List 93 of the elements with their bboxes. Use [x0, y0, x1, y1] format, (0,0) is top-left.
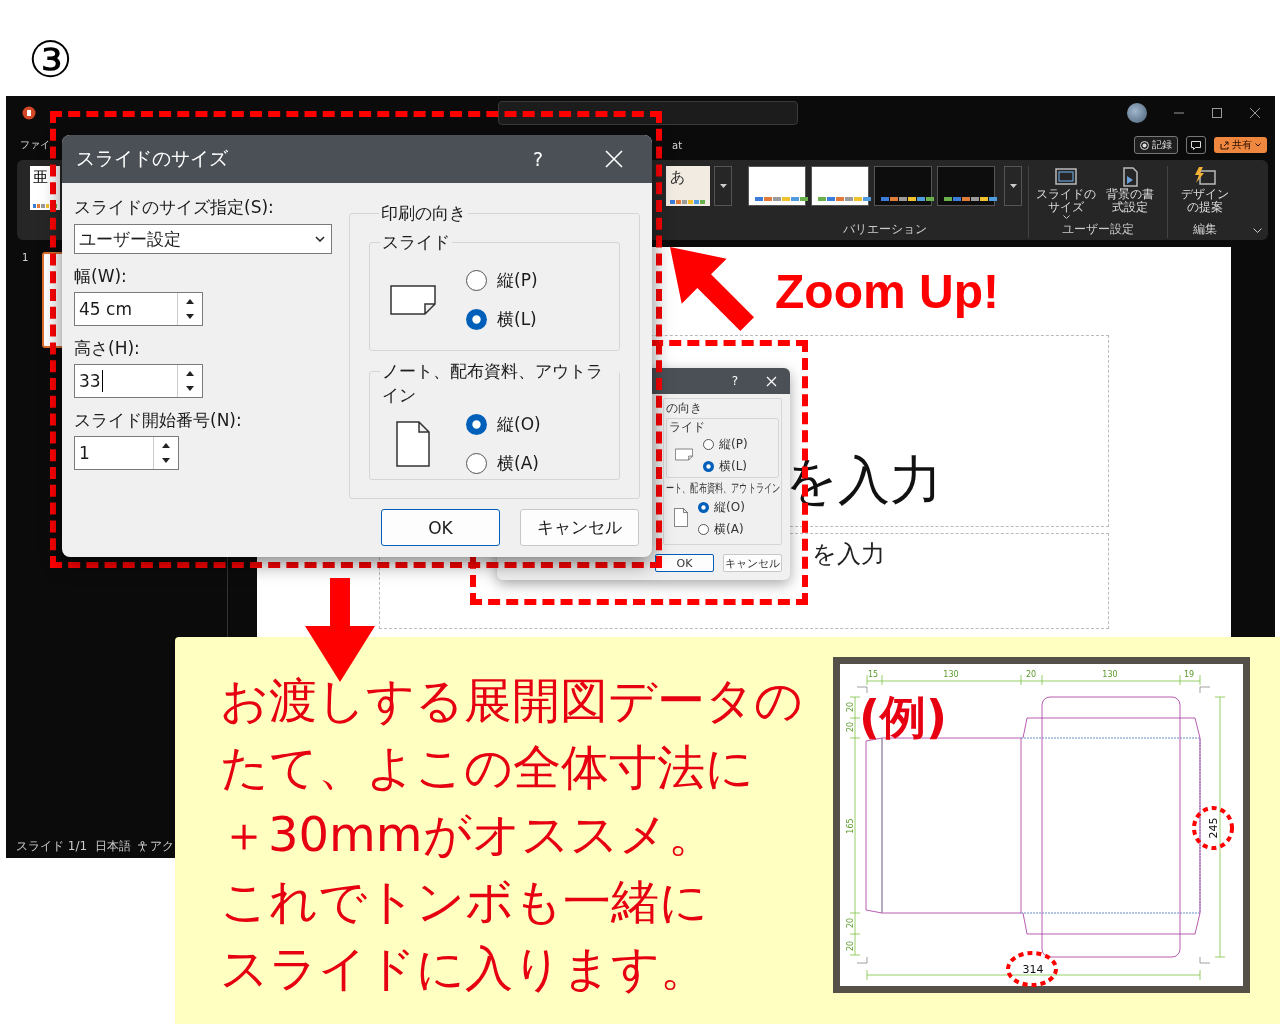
option-label[interactable]: 横(A) [497, 452, 539, 475]
field-label: スライド開始番号(N): [74, 409, 242, 432]
arrow-icon [670, 247, 754, 331]
avatar[interactable] [1127, 103, 1147, 123]
option-label[interactable]: 横(L) [497, 308, 537, 331]
caret-icon [1009, 183, 1017, 189]
record-button[interactable]: 記録 [1134, 136, 1178, 154]
radio-button[interactable] [466, 270, 487, 291]
share-button[interactable]: 共有 [1214, 137, 1267, 153]
share-icon [1220, 140, 1229, 150]
option-label[interactable]: 縦(O) [497, 413, 541, 436]
group-label: ート、配布資料、アウトライン [666, 482, 782, 495]
app-icon[interactable] [22, 106, 36, 120]
option-label[interactable]: 縦(P) [497, 269, 538, 292]
size-dropdown[interactable]: ユーザー設定 [74, 224, 332, 254]
ribbon-button[interactable]: デザイン の提案 [1174, 166, 1236, 214]
dimension-label: 20 [1025, 670, 1037, 679]
field-label: 高さ(H): [74, 337, 140, 360]
option-label[interactable]: 縦(O) [714, 499, 745, 516]
callout-text: Zoom Up! [775, 265, 999, 318]
dimension-label: 15 [867, 670, 879, 679]
dimension-label: 130 [1102, 670, 1118, 679]
option-label[interactable]: 横(L) [719, 458, 748, 475]
help-button[interactable]: ? [518, 148, 558, 170]
radio-button[interactable] [466, 414, 487, 435]
example-label: (例) [859, 690, 948, 744]
page-landscape-icon [390, 285, 436, 315]
dimension-label: 245 [1207, 817, 1220, 839]
caret-icon [719, 183, 727, 189]
help-button[interactable]: ? [731, 374, 738, 388]
close-icon[interactable] [1249, 107, 1261, 119]
option-label[interactable]: 縦(P) [719, 436, 748, 453]
field-label: スライドのサイズ指定(S): [74, 196, 274, 219]
variant-thumbnail[interactable] [811, 166, 869, 206]
group-label: 編集 [1192, 221, 1218, 238]
dimension-label: 19 [1183, 670, 1195, 679]
slide-number: 1 [22, 252, 29, 263]
dialog-title: スライドのサイズ [76, 146, 229, 171]
lightning-icon [1193, 166, 1217, 188]
comment-icon [1191, 140, 1201, 150]
cancel-button[interactable]: キャンセル [520, 509, 639, 546]
ok-button[interactable]: OK [381, 509, 500, 546]
radio-button[interactable] [466, 309, 487, 330]
page-portrait-icon [396, 421, 430, 467]
status-text: スライド 1/1 [16, 838, 88, 855]
cancel-button[interactable]: キャンセル [723, 554, 782, 572]
accessibility-icon [137, 841, 149, 852]
variant-thumbnail[interactable] [748, 166, 806, 206]
dimension-label: 20 [846, 917, 855, 929]
gallery-more-button[interactable] [714, 166, 732, 206]
search-field[interactable] [498, 101, 798, 125]
close-icon[interactable] [603, 148, 625, 170]
dimension-label: 20 [846, 701, 855, 713]
gallery-more-button[interactable] [1004, 166, 1022, 206]
height-field[interactable]: 33 [74, 364, 203, 398]
page-portrait-icon [674, 508, 688, 527]
radio-button[interactable] [703, 439, 714, 450]
dimension-label: 165 [846, 818, 855, 834]
field-label: 幅(W): [74, 265, 127, 288]
maximize-icon[interactable] [1211, 107, 1223, 119]
menu-tab[interactable]: at [672, 139, 683, 151]
caret-icon [1255, 143, 1261, 147]
accessibility-button[interactable]: アク [137, 838, 175, 855]
slide-size-icon [1054, 166, 1078, 188]
caret-icon [315, 236, 325, 242]
radio-button[interactable] [466, 453, 487, 474]
ribbon-button[interactable]: スライドの サイズ [1035, 166, 1097, 220]
collapse-icon[interactable] [1253, 228, 1262, 234]
step-number: ③ [28, 31, 73, 89]
group-label: ユーザー設定 [1061, 221, 1135, 238]
radio-button[interactable] [698, 502, 709, 513]
variant-thumbnail[interactable] [937, 166, 995, 206]
status-text[interactable]: 日本語 [95, 838, 132, 855]
group-label: バリエーション [842, 221, 928, 238]
variant-thumbnail[interactable] [874, 166, 932, 206]
menu-tab[interactable]: ファイ [20, 138, 50, 152]
ok-button[interactable]: OK [655, 554, 714, 572]
theme-thumbnail[interactable]: あ [666, 166, 710, 206]
group-label: ライド [669, 421, 705, 434]
tip-text: お渡しする展開図データの たて、よこの全体寸法に ＋30mmがオススメ。 これでトンボも一緒に スライドに入ります。 [220, 671, 804, 998]
page-landscape-icon [675, 448, 693, 461]
record-icon [1140, 140, 1149, 150]
group-label: の向き [666, 402, 702, 415]
comment-button[interactable] [1186, 136, 1206, 154]
dimension-label: 20 [846, 940, 855, 952]
dimension-label: 130 [943, 670, 959, 679]
radio-button[interactable] [698, 524, 709, 535]
start-number-field[interactable]: 1 [74, 436, 179, 470]
dimension-label: 314 [1022, 963, 1044, 976]
width-field[interactable]: 45 cm [74, 292, 203, 326]
ribbon-button[interactable]: 背景の書 式設定 [1099, 166, 1161, 220]
dimension-label: 20 [846, 721, 855, 733]
radio-button[interactable] [703, 461, 714, 472]
